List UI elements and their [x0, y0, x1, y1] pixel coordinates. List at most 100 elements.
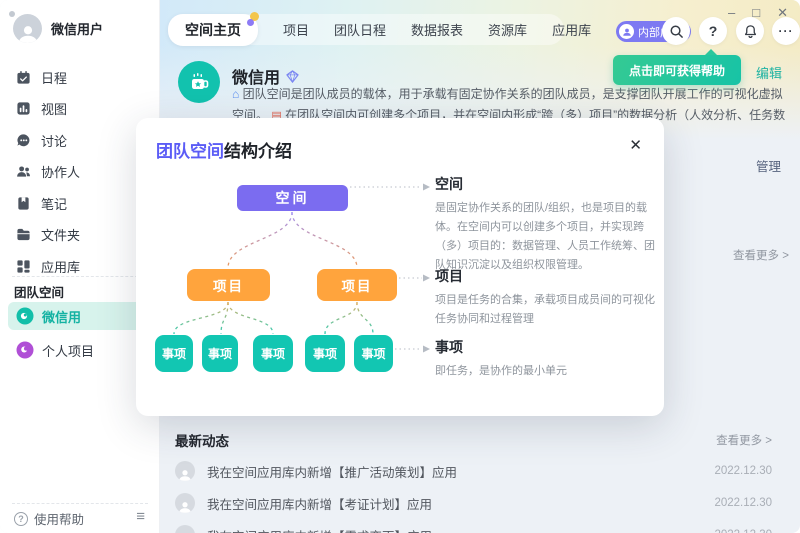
tab-label: 空间主页 [185, 22, 241, 38]
tab-team-schedule[interactable]: 团队日程 [334, 20, 386, 39]
tree-node-item: 事项 [155, 335, 193, 372]
status-dot [9, 11, 15, 17]
hamburger-icon[interactable]: ≡ [136, 508, 145, 525]
view-more-link[interactable]: 查看更多 > [733, 247, 789, 263]
divider [12, 503, 148, 504]
personal-project-icon [16, 341, 34, 359]
user-name: 微信用户 [51, 19, 103, 38]
tab-data-reports[interactable]: 数据报表 [411, 20, 463, 39]
legend-term: 事项 [435, 337, 659, 357]
person-icon [17, 23, 39, 43]
legend-project: 项目 项目是任务的合集，承载项目成员间的可视化任务协同和过程管理 [435, 266, 659, 329]
member-person-icon [619, 24, 634, 39]
sidebar-item-label: 文件夹 [41, 225, 80, 244]
help-circle-icon: ? [14, 512, 28, 526]
house-icon: ⌂ [232, 87, 239, 101]
activity-title: 最新动态 [175, 430, 229, 450]
personal-project-label: 个人项目 [42, 341, 94, 360]
notifications-button[interactable] [736, 17, 764, 45]
app-window: – □ ✕ 空间主页 项目 团队日程 数据报表 资源库 应用库 内部成员 ? ·… [0, 0, 800, 533]
activity-row[interactable]: 我在空间应用库内新增【考证计划】应用 2022.12.30 [175, 490, 772, 516]
sidebar-item-views[interactable]: 视图 [0, 94, 160, 124]
person-icon [178, 468, 192, 481]
question-icon: ? [709, 23, 718, 39]
purple-dot-icon [247, 19, 254, 26]
people-icon [15, 164, 31, 180]
minimize-button[interactable]: – [728, 6, 735, 20]
top-nav-tabs: 空间主页 项目 团队日程 数据报表 资源库 应用库 [168, 14, 591, 45]
folder-icon [15, 227, 31, 243]
chart-icon [15, 101, 31, 117]
legend-desc: 是固定协作关系的团队/组织，也是项目的载体。在空间内可以创建多个项目，并实现跨（… [435, 199, 659, 275]
search-icon [669, 24, 684, 39]
search-button[interactable] [662, 17, 690, 45]
tooltip-arrow-icon [705, 49, 717, 55]
modal-title-highlight: 团队空间 [156, 142, 224, 161]
bell-icon [743, 24, 758, 39]
tree-node-space: 空间 [237, 185, 348, 211]
ellipsis-icon: ··· [779, 24, 794, 38]
activity-date: 2022.12.30 [714, 529, 772, 533]
person-icon [178, 500, 192, 513]
sidebar-item-team-space[interactable]: 微信用 ▾ [8, 302, 152, 330]
activity-view-more-link[interactable]: 查看更多 > [716, 432, 772, 448]
more-button[interactable]: ··· [772, 17, 800, 45]
team-space-icon [16, 307, 34, 325]
tooltip-text: 点击即可获得帮助 [629, 62, 725, 79]
sidebar-item-label: 协作人 [41, 162, 80, 181]
avatar [175, 461, 195, 481]
activity-date: 2022.12.30 [714, 465, 772, 477]
sidebar-item-label: 讨论 [41, 131, 67, 150]
tree-node-item: 事项 [253, 335, 293, 372]
help-link[interactable]: ? 使用帮助 [14, 509, 84, 528]
help-tooltip[interactable]: 点击即可获得帮助 [613, 55, 741, 85]
tree-node-item: 事项 [305, 335, 345, 372]
tree-node-project: 项目 [187, 269, 270, 301]
sidebar-item-label: 笔记 [41, 194, 67, 213]
legend-term: 空间 [435, 174, 659, 194]
legend-item: 事项 即任务，是协作的最小单元 [435, 337, 659, 381]
activity-row[interactable]: 我在空间应用库内新增【推广活动策划】应用 2022.12.30 [175, 458, 772, 484]
note-icon [15, 195, 31, 211]
space-structure-modal: 团队空间结构介绍 ✕ [136, 118, 664, 416]
tab-app-library[interactable]: 应用库 [552, 20, 591, 39]
sidebar-item-label: 应用库 [41, 257, 80, 276]
help-label: 使用帮助 [34, 509, 84, 528]
user-profile[interactable]: 微信用户 [13, 14, 103, 43]
activity-date: 2022.12.30 [714, 497, 772, 509]
modal-title-rest: 结构介绍 [224, 142, 292, 161]
tree-node-item: 事项 [354, 335, 393, 372]
avatar [175, 493, 195, 513]
sidebar-item-label: 日程 [41, 68, 67, 87]
edit-button[interactable]: 编辑 [756, 63, 782, 82]
tab-resource-library[interactable]: 资源库 [488, 20, 527, 39]
window-controls: – □ ✕ [728, 6, 788, 20]
team-space-header: 团队空间 [14, 282, 64, 301]
sidebar-item-label: 视图 [41, 99, 67, 118]
chat-icon [15, 132, 31, 148]
help-button[interactable]: ? [699, 17, 727, 45]
divider [12, 276, 148, 277]
activity-text: 我在空间应用库内新增【推广活动策划】应用 [207, 462, 702, 481]
legend-term: 项目 [435, 266, 659, 286]
sidebar-item-schedule[interactable]: 日程 [0, 62, 160, 92]
activity-row[interactable]: 我在空间应用库内新增【需求变更】应用 2022.12.30 [175, 522, 772, 533]
avatar [175, 525, 195, 533]
legend-desc: 即任务，是协作的最小单元 [435, 362, 659, 381]
close-window-button[interactable]: ✕ [777, 6, 788, 20]
space-avatar[interactable] [178, 61, 220, 103]
close-icon[interactable]: ✕ [629, 136, 642, 154]
gem-icon [286, 70, 299, 83]
legend-space: 空间 是固定协作关系的团队/组织，也是项目的载体。在空间内可以创建多个项目，并实… [435, 174, 659, 275]
activity-text: 我在空间应用库内新增【考证计划】应用 [207, 494, 702, 513]
tab-space-home[interactable]: 空间主页 [168, 14, 258, 46]
mug-star-icon [186, 69, 212, 95]
manage-link[interactable]: 管理 [756, 156, 781, 175]
tab-projects[interactable]: 项目 [283, 20, 309, 39]
activity-text: 我在空间应用库内新增【需求变更】应用 [207, 526, 702, 533]
team-space-label: 微信用 [42, 307, 81, 326]
maximize-button[interactable]: □ [752, 6, 760, 20]
apps-icon [15, 258, 31, 274]
sidebar-item-personal-project[interactable]: 个人项目 [8, 336, 152, 364]
tree-node-item: 事项 [202, 335, 238, 372]
